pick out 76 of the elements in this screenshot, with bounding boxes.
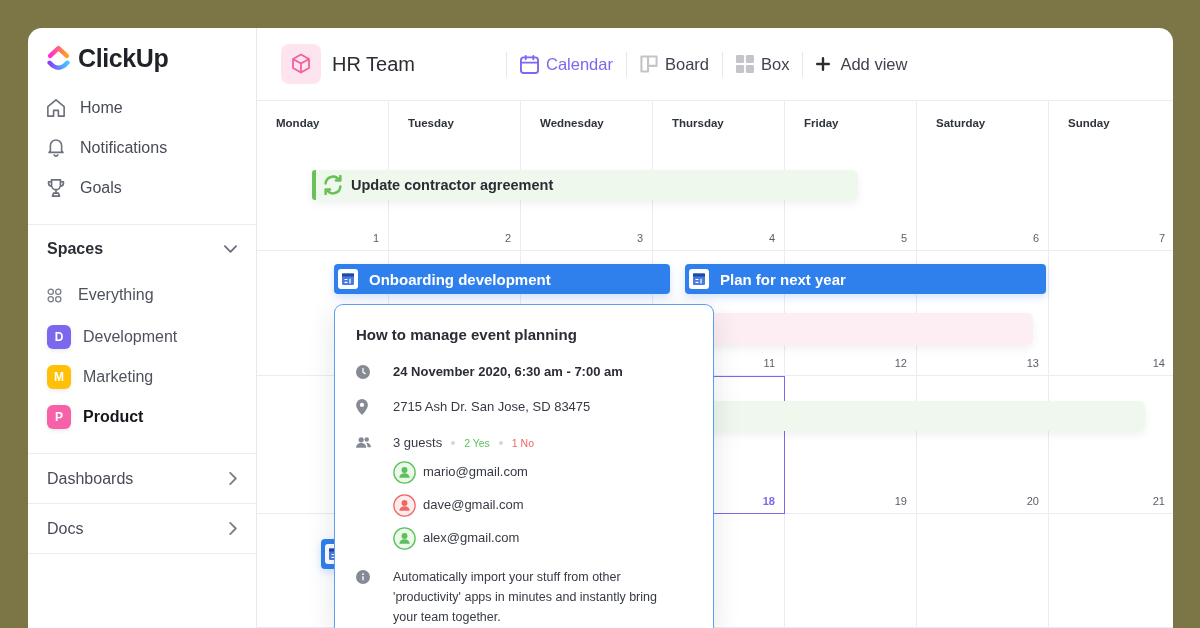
guest-email: mario@gmail.com (423, 463, 528, 481)
event-title: How to manage event planning (356, 325, 578, 345)
day-number: 14 (1152, 357, 1165, 369)
sync-icon (323, 175, 343, 195)
nav-item[interactable]: Everything (28, 273, 256, 317)
weekday-label: Tuesday (408, 117, 454, 129)
logo-icon (47, 45, 70, 71)
day-number: 20 (1026, 495, 1039, 507)
weekday-label: Wednesday (540, 117, 604, 129)
add-view-button[interactable]: Add view (803, 46, 921, 82)
day-number: 12 (894, 357, 907, 369)
event-bar[interactable]: Plan for next year (685, 264, 1046, 294)
event-address: 2715 Ash Dr. San Jose, SD 83475 (393, 397, 592, 416)
day-number: 13 (1026, 357, 1039, 369)
weekday-label: Friday (804, 117, 839, 129)
day-number: 11 (763, 357, 775, 369)
space-avatar: D (47, 325, 71, 349)
view-tab[interactable]: Box (723, 46, 803, 82)
weekday-label: Sunday (1068, 117, 1110, 129)
space-item[interactable]: M Marketing (28, 357, 256, 397)
space-title: HR Team (332, 52, 415, 76)
section-header[interactable]: Spaces (28, 225, 256, 273)
board-icon (639, 55, 658, 73)
home-icon (47, 99, 65, 117)
separator-dot-icon (498, 440, 503, 445)
space-item[interactable]: D Development (28, 317, 256, 357)
nav-item[interactable]: Docs (28, 504, 256, 554)
weekday-label: Saturday (936, 117, 986, 129)
guest-email: alex@gmail.com (423, 529, 520, 547)
bell-icon (47, 139, 65, 157)
day-number: 1 (372, 232, 379, 244)
event-bar[interactable]: Update contractor agreement (312, 170, 858, 200)
event-time: 24 November 2020, 6:30 am - 7:00 am (393, 362, 624, 381)
day-number: 6 (1032, 232, 1039, 244)
day-number: 18 (762, 495, 775, 507)
guest-email: dave@gmail.com (423, 496, 524, 514)
cube-icon (281, 44, 321, 84)
accepted-count: 2 Yes (464, 435, 490, 451)
grid-icon (736, 55, 754, 73)
day-number: 5 (900, 232, 907, 244)
chevron-right-icon (229, 522, 237, 535)
chevron-down-icon (224, 245, 237, 253)
space-avatar: P (47, 405, 71, 429)
view-tab[interactable]: Board (626, 46, 722, 82)
event-bar[interactable]: Onboarding development (334, 264, 670, 294)
calendar-tile-icon (689, 269, 709, 289)
trophy-icon (47, 179, 65, 197)
day-number: 3 (636, 232, 643, 244)
day-number: 21 (1152, 495, 1165, 507)
space-avatar: M (47, 365, 71, 389)
view-tab[interactable]: Calendar (507, 46, 626, 82)
declined-count: 1 No (511, 435, 535, 451)
day-number: 19 (894, 495, 907, 507)
day-number: 2 (504, 232, 511, 244)
nav-item[interactable]: Notifications (28, 128, 256, 168)
nav-item[interactable]: Home (28, 88, 256, 128)
four-dots-icon (47, 287, 62, 303)
plus-icon (816, 57, 831, 71)
day-number: 7 (1158, 232, 1165, 244)
weekday-label: Monday (276, 117, 320, 129)
location-pin-icon (356, 398, 368, 415)
calendar-tile-icon (338, 269, 358, 289)
nav-item[interactable]: Dashboards (28, 454, 256, 504)
weekday-label: Thursday (672, 117, 724, 129)
separator-dot-icon (451, 440, 456, 445)
space-item[interactable]: P Product (28, 397, 256, 437)
brand-name: ClickUp (78, 43, 169, 73)
day-number: 4 (768, 232, 775, 244)
event-description: Automatically import your stuff from other 'productivity' apps in minutes and instantly bring your team together. (393, 568, 658, 626)
info-icon (356, 569, 370, 584)
people-icon (356, 437, 371, 448)
clock-icon (356, 364, 370, 379)
chevron-right-icon (229, 472, 237, 485)
guest-count: 3 guests (393, 433, 443, 452)
nav-item[interactable]: Goals (28, 168, 256, 208)
calendar-icon (520, 54, 539, 74)
